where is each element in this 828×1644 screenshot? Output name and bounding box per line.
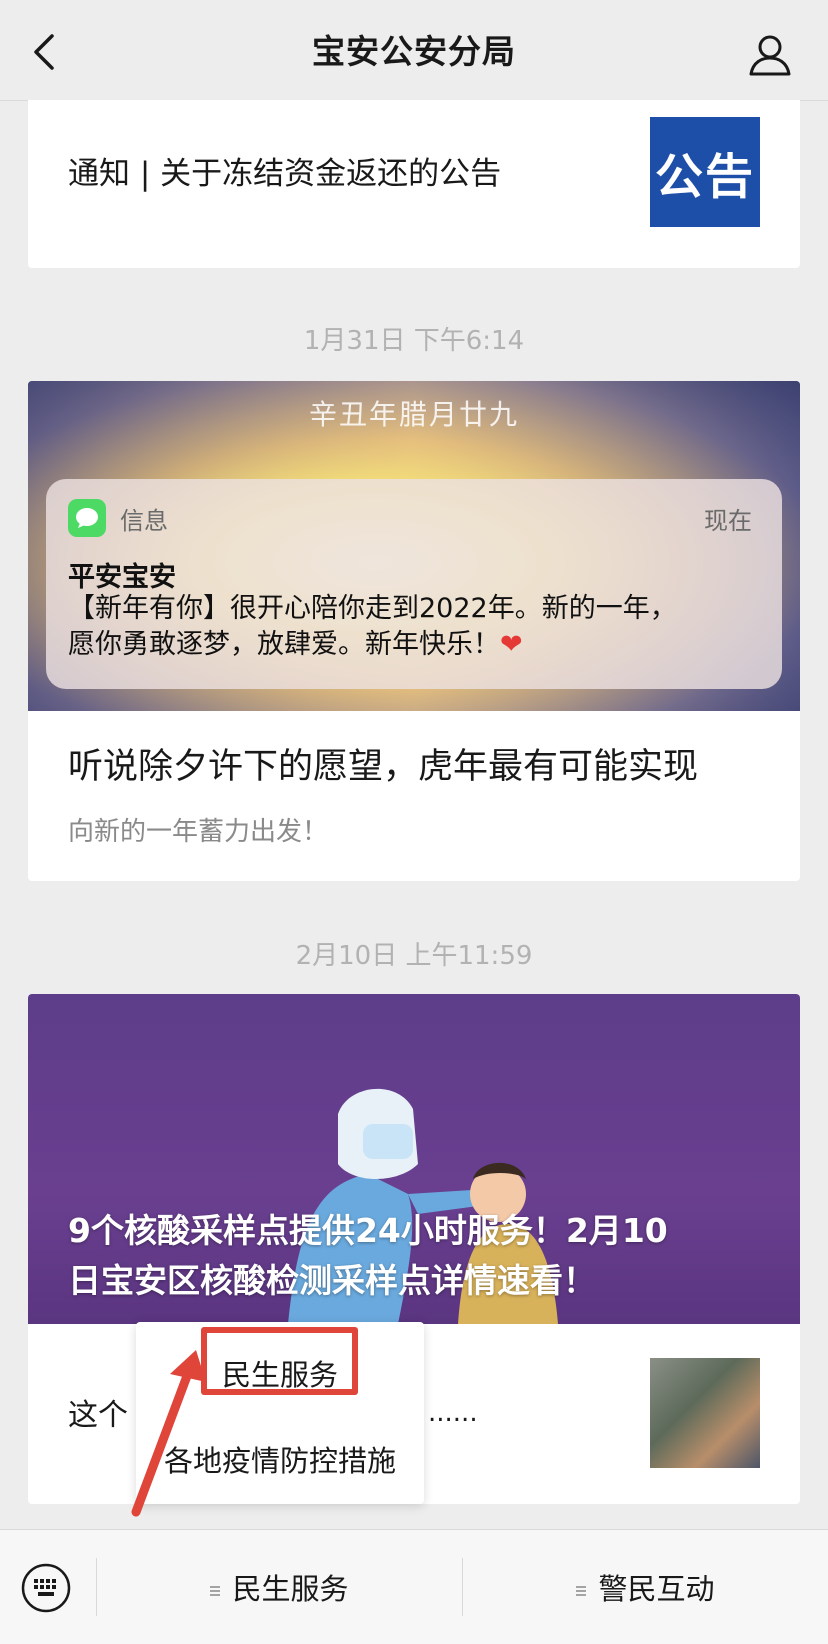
menu-button-label: 警民互动 bbox=[598, 1572, 715, 1606]
heart-icon: ❤ bbox=[500, 629, 523, 660]
nav-bar: 宝安公安分局 bbox=[0, 0, 828, 101]
bottom-menu-bar: 民生服务 警民互动 bbox=[0, 1529, 828, 1644]
menu-button-jingmin-hudong[interactable]: 警民互动 bbox=[463, 1530, 828, 1644]
notification-line: 愿你勇敢逐梦，放肆爱。新年快乐！❤ bbox=[68, 629, 523, 660]
menu-lines-icon bbox=[210, 1570, 221, 1604]
notification-body: 【新年有你】很开心陪你走到2022年。新的一年， 愿你勇敢逐梦，放肆爱。新年快乐… bbox=[68, 591, 768, 663]
article-title: 9个核酸采样点提供24小时服务！2月10 日宝安区核酸检测采样点详情速看！ bbox=[68, 1211, 668, 1300]
cover-caption: 辛丑年腊月廿九 bbox=[308, 398, 519, 431]
notification-app-name: 信息 bbox=[120, 507, 168, 535]
article-cover-image: 9个核酸采样点提供24小时服务！2月10 日宝安区核酸检测采样点详情速看！ bbox=[28, 994, 800, 1324]
article-card[interactable]: 辛丑年腊月廿九 信息 现在 平安宝安 【新年有你】很开心陪你走到2022年。新的… bbox=[28, 381, 800, 881]
notice-title: 通知 | 关于冻结资金返还的公告 bbox=[68, 156, 502, 192]
message-timestamp: 1月31日 下午6:14 bbox=[303, 326, 525, 356]
messages-app-icon bbox=[68, 499, 106, 537]
page-title: 宝安公安分局 bbox=[312, 32, 516, 71]
notification-sender: 平安宝安 bbox=[68, 562, 176, 593]
message-timestamp: 2月10日 上午11:59 bbox=[295, 941, 533, 971]
menu-button-label: 民生服务 bbox=[232, 1572, 349, 1606]
article-preview-ellipsis: ...... bbox=[428, 1398, 478, 1428]
notice-thumbnail: 公告 bbox=[650, 117, 760, 227]
keyboard-icon[interactable] bbox=[20, 1562, 72, 1614]
sms-notification: 信息 现在 平安宝安 【新年有你】很开心陪你走到2022年。新的一年， 愿你勇敢… bbox=[46, 479, 782, 689]
notification-time: 现在 bbox=[704, 507, 752, 535]
annotation-highlight-box bbox=[201, 1327, 358, 1395]
notice-card[interactable]: 通知 | 关于冻结资金返还的公告 公告 bbox=[28, 100, 800, 268]
annotation-arrow-icon bbox=[131, 1350, 206, 1517]
article-preview-text: 这个 bbox=[68, 1398, 128, 1433]
menu-button-minsheng-fuwu[interactable]: 民生服务 bbox=[97, 1530, 462, 1644]
notification-line: 【新年有你】很开心陪你走到2022年。新的一年， bbox=[68, 593, 677, 624]
user-profile-icon[interactable] bbox=[748, 34, 796, 78]
article-cover-image: 辛丑年腊月廿九 信息 现在 平安宝安 【新年有你】很开心陪你走到2022年。新的… bbox=[28, 381, 800, 711]
article-title: 听说除夕许下的愿望，虎年最有可能实现 bbox=[68, 747, 699, 787]
article-subtitle: 向新的一年蓄力出发！ bbox=[68, 817, 329, 847]
menu-lines-icon bbox=[576, 1570, 587, 1604]
article-thumbnail bbox=[650, 1358, 760, 1468]
